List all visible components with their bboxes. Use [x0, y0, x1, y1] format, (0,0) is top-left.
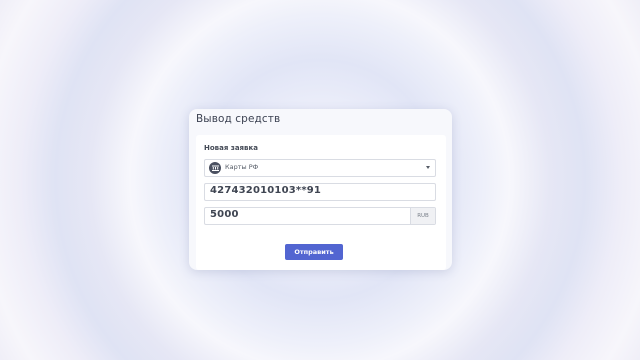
payment-method-select[interactable]: Карты РФ — [204, 159, 436, 177]
amount-value: 5000 — [210, 209, 239, 220]
card-number-input[interactable]: 427432010103**91 — [204, 183, 436, 201]
new-request-panel: Новая заявка Карты РФ 427432010103**91 5… — [196, 135, 446, 270]
bank-card-icon — [209, 162, 221, 174]
payment-method-label: Карты РФ — [225, 163, 259, 171]
page-title: Вывод средств — [196, 113, 281, 125]
chevron-down-icon[interactable] — [426, 166, 430, 169]
card-number-value: 427432010103**91 — [210, 185, 322, 196]
amount-input[interactable]: 5000 RUB — [204, 207, 436, 225]
submit-button[interactable]: Отправить — [285, 244, 343, 260]
section-title: Новая заявка — [204, 144, 258, 152]
withdraw-card: Вывод средств Новая заявка Карты РФ 4274… — [189, 109, 452, 270]
currency-addon: RUB — [410, 208, 435, 224]
